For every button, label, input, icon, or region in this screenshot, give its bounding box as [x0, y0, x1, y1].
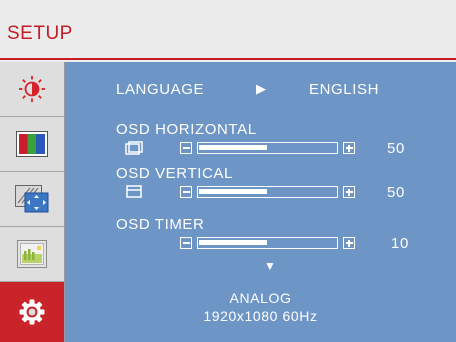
osd-timer-value: 10 [391, 235, 409, 252]
language-value[interactable]: ENGLISH [309, 81, 379, 98]
brightness-icon [19, 76, 45, 102]
picture-icon [17, 240, 47, 268]
osd-window: SETUP LANGUAGE ▶ ENGLISH OSD HORIZONTAL … [0, 0, 456, 342]
osd-vertical-icon [126, 185, 142, 198]
slider-fill [199, 240, 267, 245]
osd-vertical-value: 50 [387, 184, 405, 201]
setup-panel: LANGUAGE ▶ ENGLISH OSD HORIZONTAL 50 OSD… [65, 62, 456, 342]
language-arrow-icon[interactable]: ▶ [256, 81, 267, 97]
slider-track[interactable] [197, 142, 338, 154]
page-title: SETUP [7, 23, 73, 44]
increase-button[interactable] [343, 142, 355, 154]
osd-horizontal-icon [125, 141, 143, 155]
signal-source: ANALOG [229, 290, 292, 306]
slider-fill [199, 189, 267, 194]
image-position-icon [15, 185, 49, 213]
gear-icon [19, 299, 45, 325]
increase-button[interactable] [343, 237, 355, 249]
osd-vertical-slider[interactable] [180, 186, 356, 200]
increase-button[interactable] [343, 186, 355, 198]
scroll-down-icon[interactable]: ▼ [264, 259, 276, 273]
color-bars-icon [16, 131, 48, 157]
header-bar: SETUP [0, 0, 456, 60]
osd-vertical-label: OSD VERTICAL [116, 165, 233, 182]
slider-fill [199, 145, 267, 150]
decrease-button[interactable] [180, 142, 192, 154]
sidebar-item-color[interactable] [0, 117, 64, 172]
signal-resolution: 1920x1080 60Hz [203, 308, 318, 324]
osd-horizontal-label: OSD HORIZONTAL [116, 121, 257, 138]
sidebar-item-brightness[interactable] [0, 62, 64, 117]
sidebar-item-setup[interactable] [0, 282, 64, 342]
osd-horizontal-value: 50 [387, 140, 405, 157]
sidebar-item-image-position[interactable] [0, 172, 64, 227]
slider-track[interactable] [197, 237, 338, 249]
sidebar [0, 62, 65, 342]
language-label: LANGUAGE [116, 81, 205, 98]
decrease-button[interactable] [180, 186, 192, 198]
decrease-button[interactable] [180, 237, 192, 249]
sidebar-item-picture[interactable] [0, 227, 64, 282]
slider-track[interactable] [197, 186, 338, 198]
osd-horizontal-slider[interactable] [180, 142, 356, 156]
osd-timer-slider[interactable] [180, 237, 356, 251]
osd-timer-label: OSD TIMER [116, 216, 205, 233]
